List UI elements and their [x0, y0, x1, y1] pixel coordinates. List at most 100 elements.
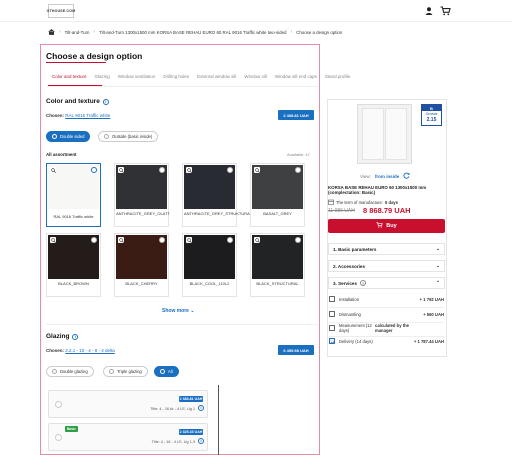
radio-icon — [55, 434, 62, 441]
radio-icon[interactable] — [295, 167, 301, 173]
breadcrumb-item[interactable]: Tilt-and-Turn — [65, 30, 90, 35]
breadcrumb-current: Choose a design option — [296, 29, 343, 35]
view-label: View: — [360, 173, 371, 179]
color-swatch-card[interactable]: BLACK_COOL_110L2 — [182, 233, 237, 297]
accordion-services[interactable]: 3. Services ? ⌃ — [328, 277, 445, 289]
buy-button[interactable]: Buy — [328, 219, 445, 233]
glazing-option-card[interactable]: Basic 2 325.43 UAH Title: 4 - 16 - 4 LE,… — [48, 423, 208, 451]
zoom-icon[interactable] — [118, 167, 124, 173]
rotate-icon[interactable] — [403, 172, 410, 180]
user-icon[interactable] — [424, 6, 434, 16]
product-name: KORSA BASE REHAU EURO 60 1300x1500 mm (c… — [328, 185, 427, 196]
window-sash-right — [385, 108, 407, 160]
color-chosen: Chosen: RAL 9016 Traffic white — [46, 113, 110, 118]
view-value[interactable]: from inside — [375, 174, 399, 179]
zoom-icon[interactable] — [50, 167, 56, 173]
swatch-label: ANTHRACITE_GREY_OLATT — [116, 211, 170, 216]
checkbox[interactable] — [329, 325, 335, 331]
home-icon[interactable] — [48, 28, 55, 36]
term-value: 5 days — [385, 200, 399, 205]
old-price: 11 086 UAH — [328, 208, 355, 214]
cart-icon[interactable] — [440, 6, 451, 16]
swatch-label: ANTHRACITE_GREY_STRUKTURAL — [184, 211, 253, 216]
color-swatch-card[interactable]: ANTHRACITE_GREY_OLATT — [114, 163, 170, 227]
double-sided-option[interactable]: Double sided — [46, 131, 91, 142]
tab-window-sill-end-caps[interactable]: Window sill end caps — [271, 74, 321, 79]
tab-stand-profile[interactable]: Stand profile — [321, 74, 354, 79]
show-more-button[interactable]: Show more ⌄ — [162, 308, 195, 314]
radio-icon[interactable] — [159, 237, 165, 243]
cart-icon — [376, 222, 383, 230]
energy-class-badge: B Gerviale 2.15 — [421, 104, 442, 126]
tab-color-and-texture[interactable]: Color and texture — [48, 74, 91, 79]
row-divider — [329, 307, 444, 308]
chevron-down-icon: ⌄ — [436, 263, 440, 268]
option-label: Double sided — [60, 134, 85, 139]
tab-window-sill[interactable]: Window sill — [240, 74, 271, 79]
info-icon[interactable]: i — [102, 98, 109, 105]
glazing-section-title: Glazing i — [46, 333, 79, 340]
chosen-label: Chosen: — [46, 113, 64, 118]
triple-glazing-option[interactable]: Triple glazing — [103, 366, 148, 377]
color-swatch-card[interactable]: BLACK_BROWN — [46, 233, 101, 297]
checkbox[interactable] — [329, 296, 335, 302]
radio-icon — [52, 369, 57, 374]
info-icon[interactable]: i — [198, 438, 204, 444]
scrollbar[interactable] — [218, 385, 219, 455]
color-swatch-card[interactable]: BLACK_STRUCTURAL — [250, 233, 305, 297]
radio-icon[interactable] — [91, 237, 97, 243]
swatch-label: BASALT_GREY — [263, 211, 292, 216]
all-glazing-option[interactable]: All — [154, 366, 179, 377]
zoom-icon[interactable] — [254, 237, 260, 243]
chosen-glazing-link[interactable]: 2.2.1 - 10 - 4 - 8 - 4 delta — [65, 348, 115, 353]
color-swatch-card[interactable]: BASALT_GREY — [250, 163, 305, 227]
checkbox[interactable] — [329, 311, 335, 317]
service-row: Installation + 1 792 UAH — [329, 294, 444, 308]
buy-label: Buy — [386, 223, 397, 229]
color-swatch-card[interactable]: ANTHRACITE_GREY_STRUKTURAL — [182, 163, 253, 227]
radio-icon[interactable] — [227, 237, 233, 243]
breadcrumb: › Tilt-and-Turn › Tilt-and-Turn 1300x150… — [48, 28, 342, 36]
radio-icon[interactable] — [295, 237, 301, 243]
checkbox-checked[interactable] — [329, 338, 336, 345]
chosen-color-link[interactable]: RAL 9016 Traffic white — [65, 113, 110, 118]
current-price: 8 868.79 UAH — [363, 206, 411, 215]
glazing-card-price: 2 325.43 UAH — [179, 429, 203, 435]
breadcrumb-separator: › — [290, 29, 293, 35]
breadcrumb-item[interactable]: Tilt-and-Turn 1300x1500 mm KORSA BASE RE… — [99, 30, 286, 35]
tab-external-window-sill[interactable]: External window sill — [193, 74, 240, 79]
info-icon[interactable]: i — [72, 333, 79, 340]
tab-drilling-holes[interactable]: Drilling holes — [159, 74, 193, 79]
option-label: Double glazing — [60, 369, 88, 374]
zoom-icon[interactable] — [186, 237, 192, 243]
zoom-icon[interactable] — [254, 167, 260, 173]
tab-window-ventilation[interactable]: Window ventilation — [114, 74, 160, 79]
service-row: Dismantling + 560 UAH — [329, 309, 444, 323]
double-glazing-option[interactable]: Double glazing — [46, 366, 94, 377]
accordion-basic-parameters[interactable]: 1. Basic parameters ⌄ — [328, 243, 445, 255]
swatch-label: BLACK_CHERRY — [125, 281, 158, 286]
zoom-icon[interactable] — [186, 167, 192, 173]
color-section-label: Color and texture — [46, 98, 100, 105]
help-icon[interactable]: ? — [360, 280, 367, 286]
window-preview-image — [357, 104, 412, 164]
glazing-option-card[interactable]: 2 383.81 UAH Title: 4 - 16 Ar - 4 LE, Ug… — [48, 390, 208, 418]
glazing-section-label: Glazing — [46, 333, 70, 340]
tab-glazing[interactable]: Glazing — [91, 74, 114, 79]
color-swatch-card[interactable]: BLACK_CHERRY — [114, 233, 169, 297]
zoom-icon[interactable] — [118, 237, 124, 243]
radio-icon — [109, 369, 114, 374]
radio-icon[interactable] — [159, 167, 165, 173]
zoom-icon[interactable] — [50, 237, 56, 243]
outside-basic-inside-option[interactable]: Outside (basic inside) — [98, 131, 159, 142]
option-label: All — [168, 369, 173, 374]
swatch-label: BLACK_COOL_110L2 — [189, 281, 230, 286]
accordion-accessories[interactable]: 2. Accessories ⌄ — [328, 260, 445, 272]
radio-icon[interactable] — [227, 167, 233, 173]
info-icon[interactable]: i — [198, 405, 204, 411]
site-logo[interactable]: GTHOUSE.COM — [47, 4, 75, 18]
radio-selected-icon[interactable] — [91, 167, 97, 173]
color-swatch-card[interactable]: RAL 9016 Traffic white — [46, 163, 101, 227]
radio-icon — [55, 401, 62, 408]
option-label: Triple glazing — [117, 369, 142, 374]
